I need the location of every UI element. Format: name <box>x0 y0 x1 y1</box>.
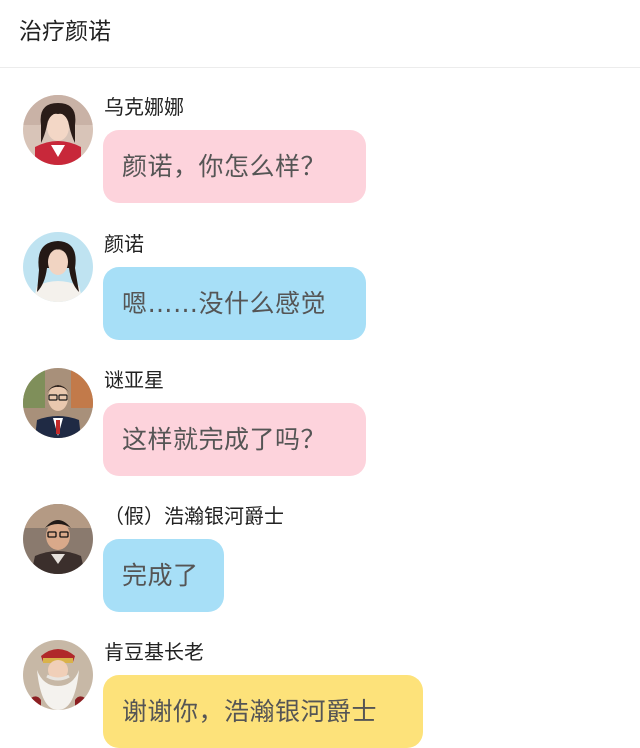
sender-name: 颜诺 <box>104 232 144 256</box>
chat-header: 治疗颜诺 <box>0 0 640 68</box>
message-bubble: 颜诺，你怎么样？ <box>103 130 366 203</box>
sender-name: 乌克娜娜 <box>104 95 184 119</box>
sender-name: （假）浩瀚银河爵士 <box>104 504 284 528</box>
message-bubble: 这样就完成了吗？ <box>103 403 366 476</box>
avatar[interactable] <box>23 95 93 165</box>
avatar[interactable] <box>23 232 93 302</box>
message-bubble: 谢谢你，浩瀚银河爵士 <box>103 675 423 748</box>
chat-title: 治疗颜诺 <box>19 19 111 45</box>
message-text: 完成了 <box>122 561 199 590</box>
avatar[interactable] <box>23 368 93 438</box>
message-text: 谢谢你，浩瀚银河爵士 <box>122 697 378 726</box>
message-bubble: 完成了 <box>103 539 224 612</box>
avatar[interactable] <box>23 504 93 574</box>
message-bubble: 嗯……没什么感觉 <box>103 267 366 340</box>
sender-name: 肯豆基长老 <box>104 640 204 664</box>
message-text: 颜诺，你怎么样？ <box>122 152 327 181</box>
message-text: 嗯……没什么感觉 <box>122 289 327 318</box>
avatar[interactable] <box>23 640 93 710</box>
message-text: 这样就完成了吗？ <box>122 425 327 454</box>
sender-name: 谜亚星 <box>104 368 164 392</box>
